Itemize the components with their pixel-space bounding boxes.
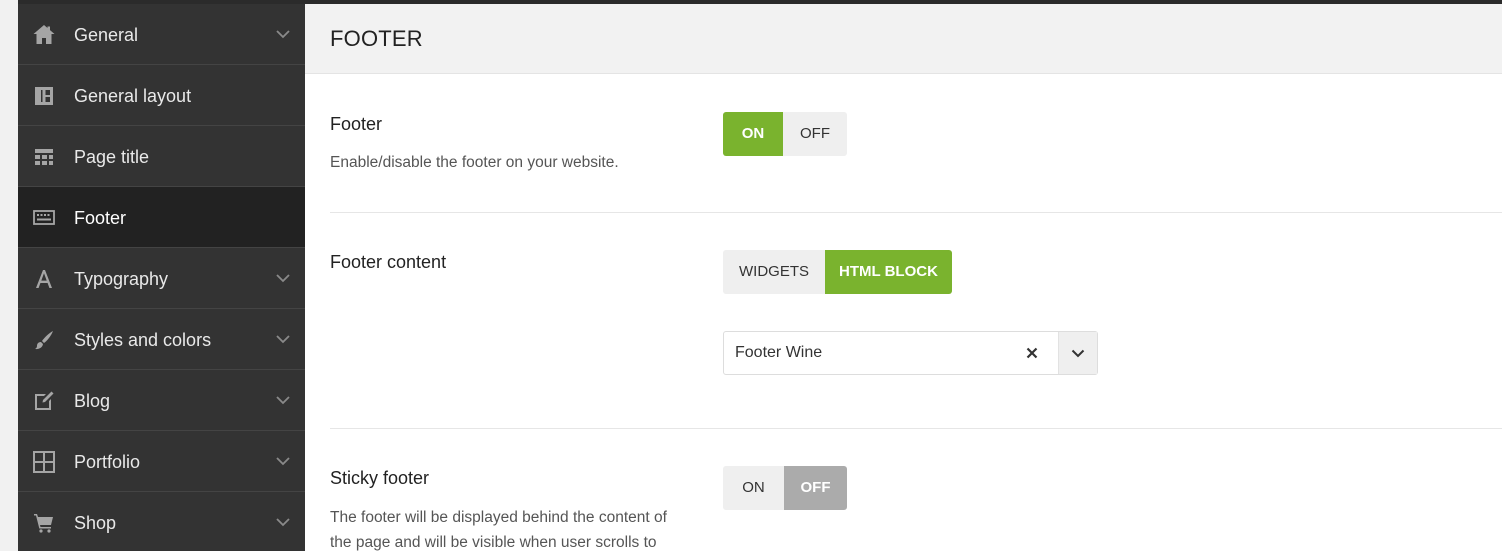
close-icon[interactable] [1025,346,1039,360]
sidebar-item-typography[interactable]: Typography [18,248,305,309]
sticky-footer-description-line1: The footer will be displayed behind the … [330,509,667,526]
footer-off-button[interactable]: OFF [783,112,847,156]
cart-icon [32,511,56,535]
sidebar-item-footer[interactable]: Footer [18,187,305,248]
footer-toggle: ON OFF [723,112,847,156]
sidebar-item-label: Blog [74,391,111,411]
brush-icon [32,328,56,352]
layout-icon [32,84,56,108]
html-block-select-value: Footer Wine [735,344,823,361]
sidebar-item-shop[interactable]: Shop [18,492,305,551]
divider [330,428,1502,429]
page-title: FOOTER [330,26,423,51]
chevron-down-icon [275,453,291,469]
sidebar-item-styles-and-colors[interactable]: Styles and colors [18,309,305,370]
footer-on-button[interactable]: ON [723,112,783,156]
section-header: FOOTER [305,4,1502,74]
sidebar-item-label: Typography [74,269,169,289]
divider [330,212,1502,213]
sidebar-item-general[interactable]: General [18,4,305,65]
sidebar-item-label: General layout [74,86,192,106]
footer-setting-description: Enable/disable the footer on your websit… [330,154,619,171]
chevron-down-icon [1071,349,1085,358]
chevron-down-icon [275,514,291,530]
chevron-down-icon [275,331,291,347]
sidebar-item-label: Portfolio [74,452,141,472]
sidebar-item-portfolio[interactable]: Portfolio [18,431,305,492]
footer-content-toggle: WIDGETS HTML BLOCK [723,250,952,294]
settings-panel: FOOTER Footer Enable/disable the footer … [305,4,1502,551]
sidebar-nav: General General layout Page title Footer… [18,4,305,551]
footer-content-label: Footer content [330,252,447,272]
sidebar-item-label: General [74,25,139,45]
footer-icon [32,206,56,230]
html-block-button[interactable]: HTML BLOCK [825,250,952,294]
sidebar-item-blog[interactable]: Blog [18,370,305,431]
edit-icon [32,389,56,413]
sidebar-item-label: Styles and colors [74,330,212,350]
sidebar-item-page-title[interactable]: Page title [18,126,305,187]
page-title-icon [32,145,56,169]
select-dropdown-button[interactable] [1058,332,1097,374]
sidebar-item-label: Shop [74,513,117,533]
sticky-footer-description-line2: the page and will be visible when user s… [330,534,657,551]
sticky-footer-label: Sticky footer [330,468,430,488]
sidebar-item-label: Page title [74,147,150,167]
html-block-select[interactable]: Footer Wine [723,331,1098,375]
footer-setting-label: Footer [330,114,383,134]
typography-icon [32,267,56,291]
chevron-down-icon [275,26,291,42]
chevron-down-icon [275,270,291,286]
widgets-button[interactable]: WIDGETS [723,250,825,294]
sticky-footer-toggle: ON OFF [723,466,847,510]
grid-icon [32,450,56,474]
sticky-footer-on-button[interactable]: ON [723,466,784,510]
sidebar-item-general-layout[interactable]: General layout [18,65,305,126]
sticky-footer-off-button[interactable]: OFF [784,466,847,510]
home-icon [32,23,56,47]
sidebar-item-label: Footer [74,208,127,228]
chevron-down-icon [275,392,291,408]
